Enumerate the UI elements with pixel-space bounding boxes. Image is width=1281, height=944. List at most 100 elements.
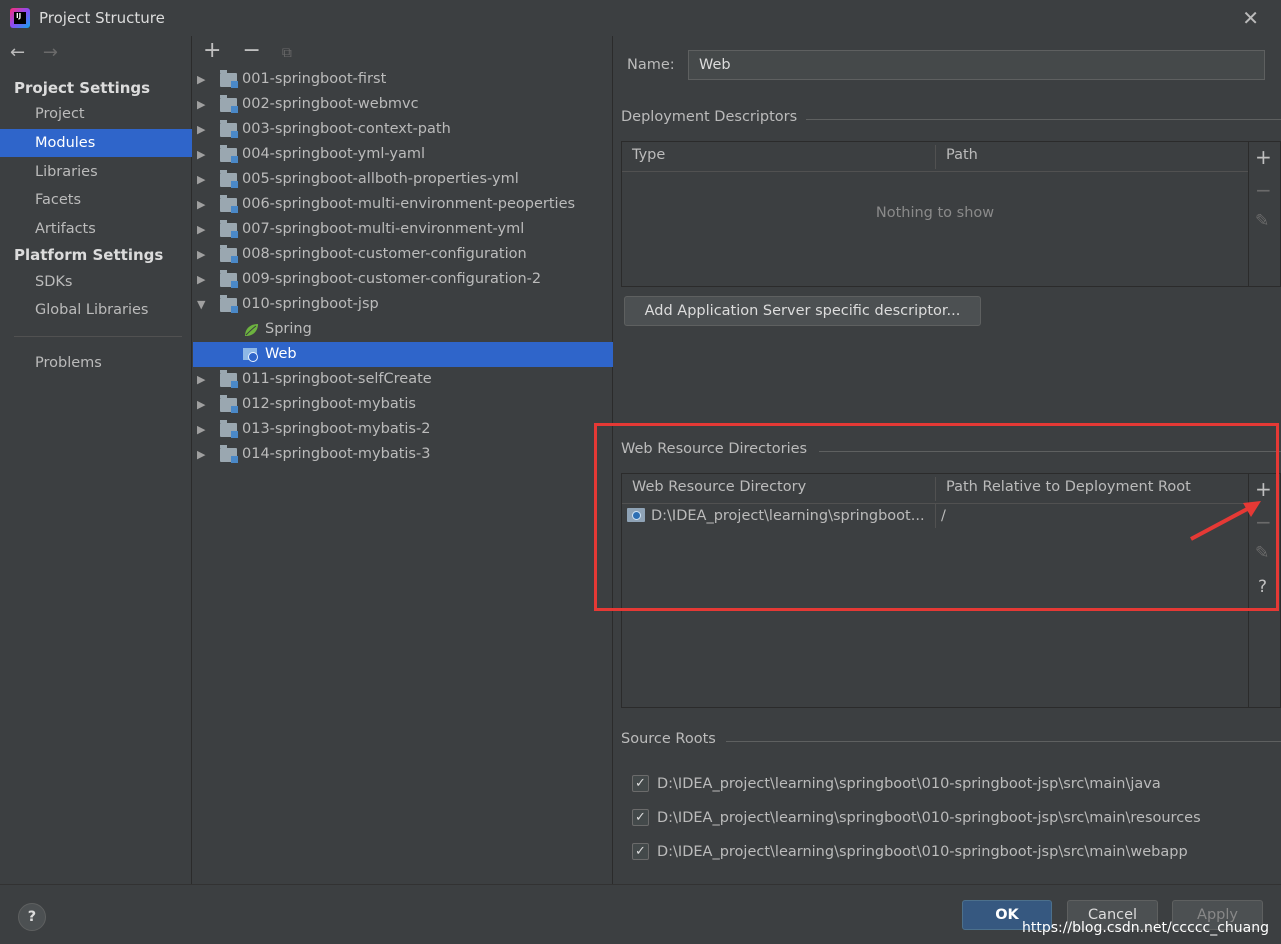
column-header-path[interactable]: Path	[946, 147, 978, 163]
tree-row[interactable]: ▶ 005-springboot-allboth-properties-yml	[193, 167, 613, 192]
tree-row[interactable]: ▶ 009-springboot-customer-configuration-…	[193, 267, 613, 292]
tree-row[interactable]: ▶ 011-springboot-selfCreate	[193, 367, 613, 392]
nav-arrows: ← →	[10, 42, 70, 63]
tree-row[interactable]: ▶ 002-springboot-webmvc	[193, 92, 613, 117]
tree-row[interactable]: ▶ 014-springboot-mybatis-3	[193, 442, 613, 467]
module-folder-icon	[220, 120, 238, 138]
module-folder-icon	[220, 295, 238, 313]
tree-row[interactable]: ▶ 006-springboot-multi-environment-peope…	[193, 192, 613, 217]
expand-arrow-icon[interactable]: ▶	[197, 392, 205, 417]
name-field[interactable]: Web	[688, 50, 1265, 80]
empty-table-message: Nothing to show	[875, 205, 995, 221]
relative-path-value: /	[941, 508, 946, 524]
remove-module-icon[interactable]: −	[242, 38, 260, 63]
web-resource-directories-table: Web Resource Directory Path Relative to …	[621, 473, 1281, 708]
source-root-checkbox[interactable]: ✓	[632, 775, 649, 792]
close-icon[interactable]: ✕	[1242, 6, 1259, 30]
copy-module-icon: ⧉	[281, 45, 292, 61]
module-label: 001-springboot-first	[242, 71, 387, 87]
column-header-web-resource-directory[interactable]: Web Resource Directory	[632, 479, 806, 495]
web-directory-icon	[627, 508, 645, 522]
edit-descriptor-icon: ✎	[1255, 211, 1270, 231]
add-server-descriptor-button[interactable]: Add Application Server specific descript…	[624, 296, 981, 326]
module-label: 010-springboot-jsp	[242, 296, 379, 312]
help-icon[interactable]: ?	[1258, 577, 1267, 597]
tree-row[interactable]: ▶ 004-springboot-yml-yaml	[193, 142, 613, 167]
tree-row[interactable]: ▶ 012-springboot-mybatis	[193, 392, 613, 417]
source-root-checkbox[interactable]: ✓	[632, 809, 649, 826]
section-divider	[726, 741, 1281, 742]
nav-item-artifacts[interactable]: Artifacts	[0, 215, 192, 243]
expand-arrow-icon[interactable]: ▶	[197, 117, 205, 142]
table-header: Web Resource Directory Path Relative to …	[622, 474, 1248, 504]
web-resource-directories-title: Web Resource Directories	[621, 441, 808, 457]
expand-arrow-icon[interactable]: ▶	[197, 167, 205, 192]
add-descriptor-icon[interactable]: +	[1255, 145, 1272, 169]
expand-arrow-icon[interactable]: ▶	[197, 142, 205, 167]
module-folder-icon	[220, 445, 238, 463]
settings-nav: ← → Project Settings Project Modules Lib…	[0, 36, 192, 884]
module-label: 003-springboot-context-path	[242, 121, 451, 137]
nav-item-project[interactable]: Project	[0, 100, 192, 128]
module-label: 005-springboot-allboth-properties-yml	[242, 171, 519, 187]
tree-row[interactable]: ▶ 007-springboot-multi-environment-yml	[193, 217, 613, 242]
source-roots-title: Source Roots	[621, 731, 716, 747]
nav-item-problems[interactable]: Problems	[0, 349, 192, 377]
tree-row[interactable]: ▶ 001-springboot-first	[193, 67, 613, 92]
expand-arrow-icon[interactable]: ▶	[197, 217, 205, 242]
tree-row-spring-facet[interactable]: Spring	[193, 317, 613, 342]
expand-arrow-icon[interactable]: ▶	[197, 417, 205, 442]
expand-arrow-icon[interactable]: ▶	[197, 192, 205, 217]
project-settings-header: Project Settings	[14, 79, 151, 97]
tree-row-web-facet[interactable]: Web	[193, 342, 613, 367]
table-header: Type Path	[622, 142, 1248, 172]
column-separator	[935, 504, 936, 528]
add-web-resource-icon[interactable]: +	[1255, 477, 1272, 501]
add-module-icon[interactable]: +	[203, 38, 221, 63]
deployment-descriptors-title: Deployment Descriptors	[621, 109, 798, 125]
module-folder-icon	[220, 70, 238, 88]
module-folder-icon	[220, 245, 238, 263]
remove-web-resource-icon: −	[1255, 510, 1272, 534]
source-root-checkbox[interactable]: ✓	[632, 843, 649, 860]
collapse-arrow-icon[interactable]: ▼	[197, 292, 205, 317]
expand-arrow-icon[interactable]: ▶	[197, 92, 205, 117]
tree-row[interactable]: ▶ 008-springboot-customer-configuration	[193, 242, 613, 267]
tree-row[interactable]: ▶ 013-springboot-mybatis-2	[193, 417, 613, 442]
nav-item-sdks[interactable]: SDKs	[0, 268, 192, 296]
column-header-relative-path[interactable]: Path Relative to Deployment Root	[946, 479, 1191, 495]
module-folder-icon	[220, 420, 238, 438]
module-label: 009-springboot-customer-configuration-2	[242, 271, 542, 287]
help-button[interactable]: ?	[18, 903, 46, 931]
table-row[interactable]: D:\IDEA_project\learning\springboot... /	[622, 504, 1248, 528]
module-label: 007-springboot-multi-environment-yml	[242, 221, 525, 237]
module-label: 012-springboot-mybatis	[242, 396, 416, 412]
facet-label: Web	[265, 346, 297, 362]
expand-arrow-icon[interactable]: ▶	[197, 367, 205, 392]
source-root-path: D:\IDEA_project\learning\springboot\010-…	[657, 844, 1188, 860]
module-folder-icon	[220, 270, 238, 288]
module-folder-icon	[220, 370, 238, 388]
nav-item-facets[interactable]: Facets	[0, 186, 192, 214]
nav-item-libraries[interactable]: Libraries	[0, 158, 192, 186]
tree-toolbar: + − ⧉	[203, 38, 306, 63]
web-facet-icon	[243, 348, 258, 362]
expand-arrow-icon[interactable]: ▶	[197, 442, 205, 467]
column-header-type[interactable]: Type	[632, 147, 665, 163]
remove-descriptor-icon: −	[1255, 178, 1272, 202]
expand-arrow-icon[interactable]: ▶	[197, 67, 205, 92]
section-divider	[819, 451, 1281, 452]
module-label: 013-springboot-mybatis-2	[242, 421, 431, 437]
nav-item-global-libraries[interactable]: Global Libraries	[0, 296, 192, 324]
tree-row[interactable]: ▼ 010-springboot-jsp	[193, 292, 613, 317]
source-root-path: D:\IDEA_project\learning\springboot\010-…	[657, 810, 1201, 826]
web-resource-toolbar: + − ✎ ?	[1248, 474, 1278, 707]
module-label: 014-springboot-mybatis-3	[242, 446, 431, 462]
module-tree: + − ⧉ ▶ 001-springboot-first ▶ 002-sprin…	[193, 36, 613, 884]
expand-arrow-icon[interactable]: ▶	[197, 267, 205, 292]
expand-arrow-icon[interactable]: ▶	[197, 242, 205, 267]
module-label: 011-springboot-selfCreate	[242, 371, 432, 387]
tree-row[interactable]: ▶ 003-springboot-context-path	[193, 117, 613, 142]
back-arrow-icon[interactable]: ←	[10, 42, 25, 63]
nav-item-modules[interactable]: Modules	[0, 129, 192, 157]
